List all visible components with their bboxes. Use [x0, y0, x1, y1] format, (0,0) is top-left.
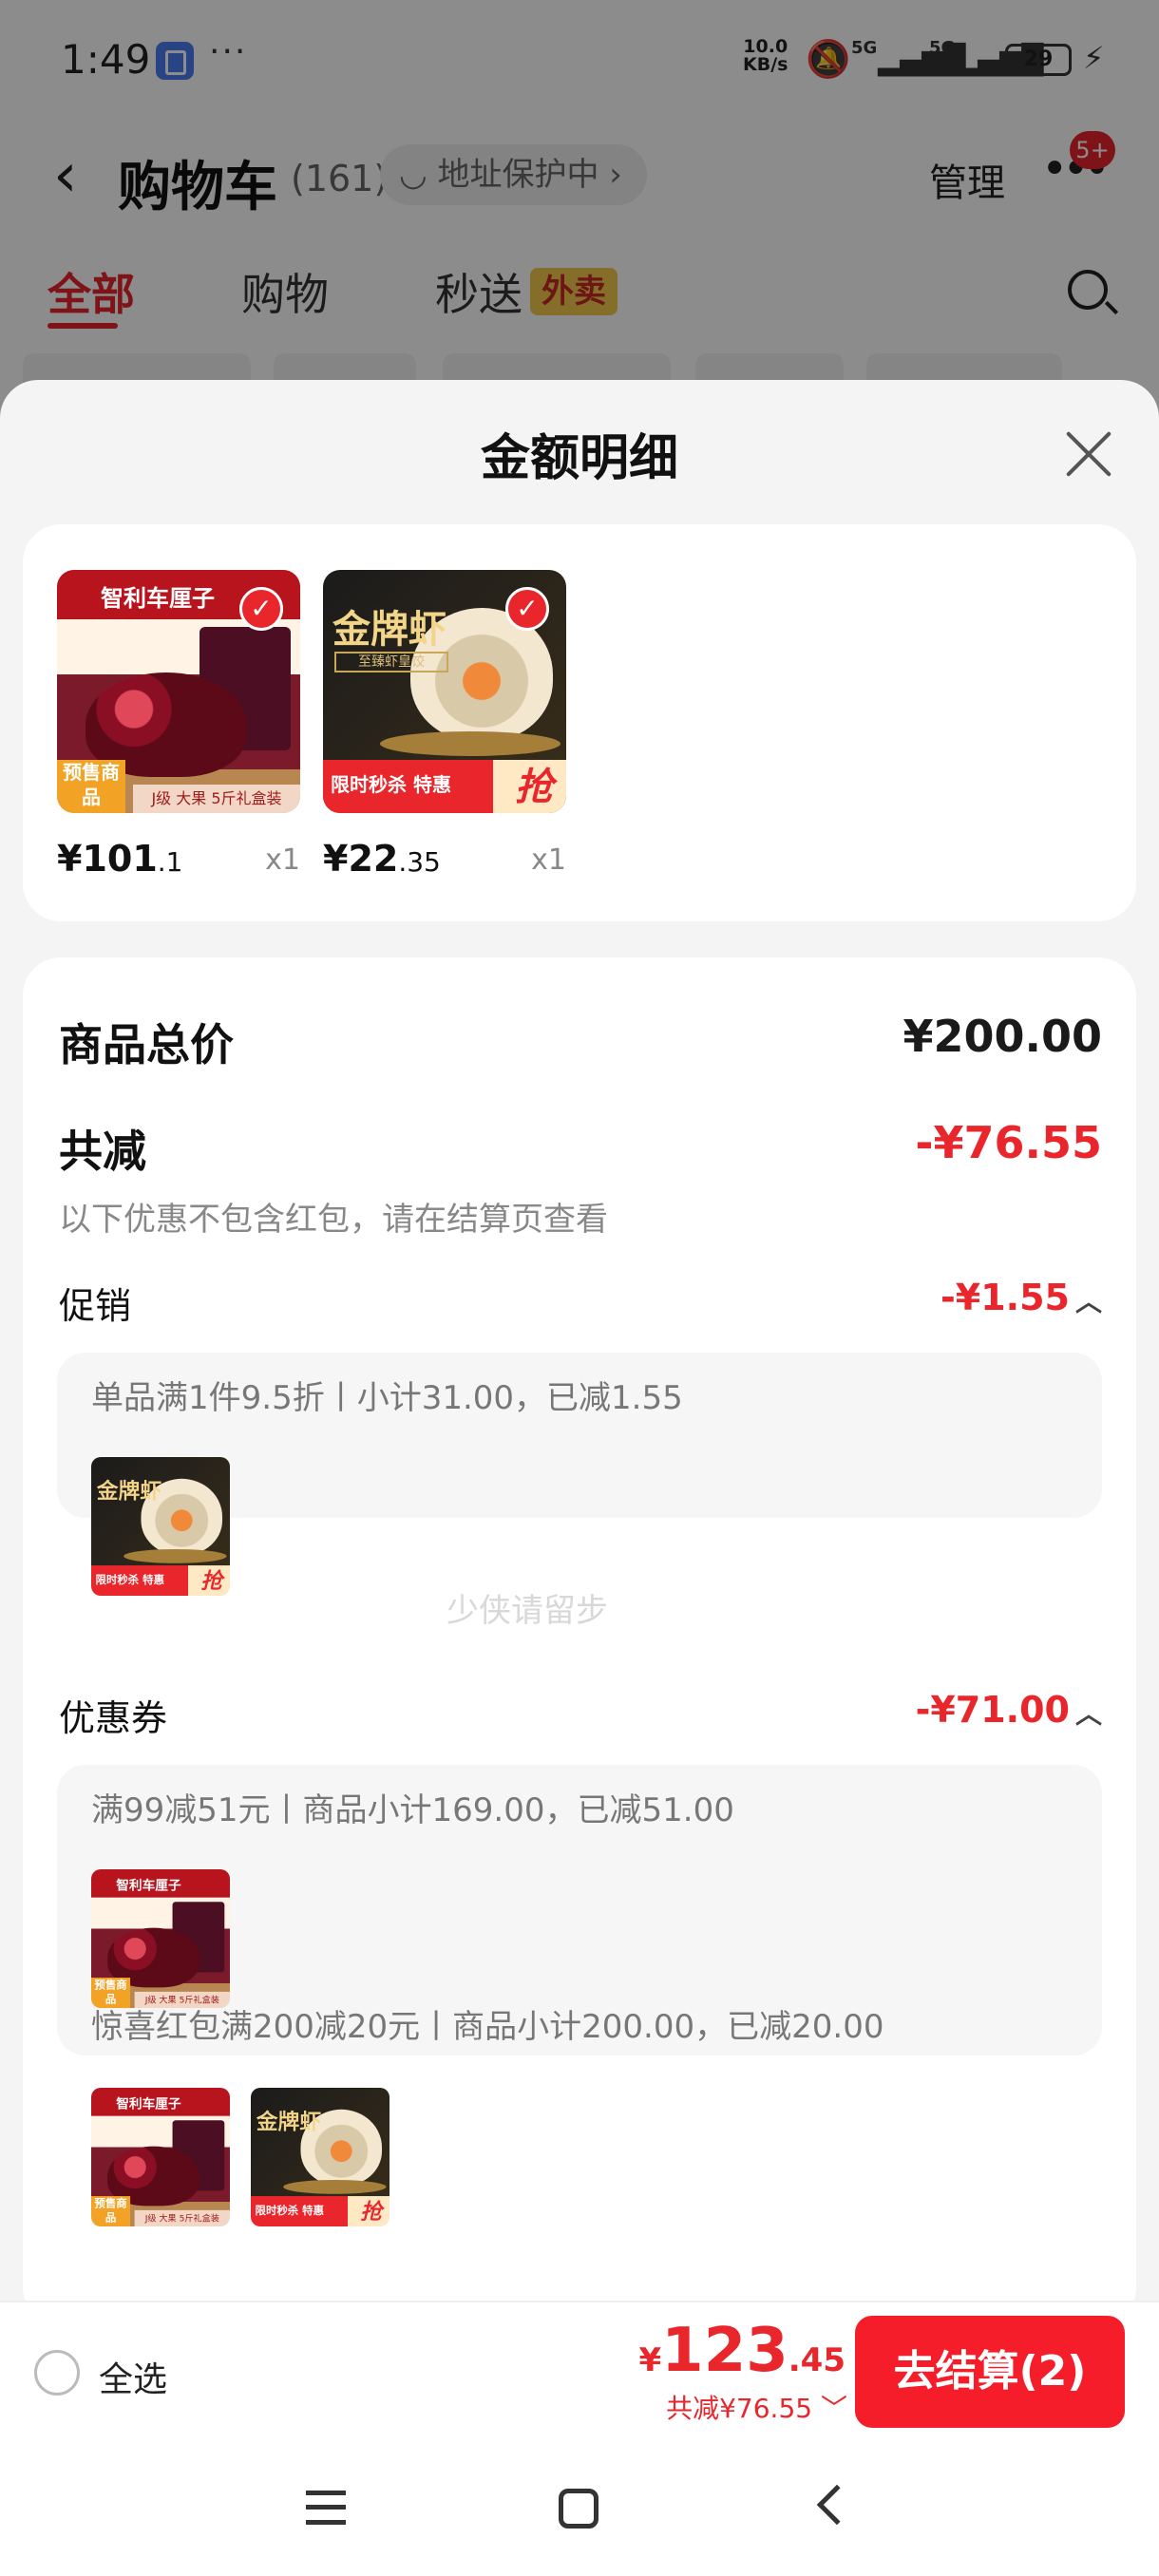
price-decimal: .35 — [398, 846, 441, 878]
product-image-shrimp: 金牌虾 至臻虾皇饺 限时秒杀 特惠 抢 ✓ — [323, 570, 566, 813]
price-integer: ¥101 — [57, 838, 158, 880]
chevron-down-icon: ﹀ — [812, 2393, 847, 2424]
product-banner-text: 智利车厘子 — [101, 585, 215, 612]
product-item[interactable]: 金牌虾 至臻虾皇饺 限时秒杀 特惠 抢 ✓ ¥22.35 x1 — [323, 570, 566, 880]
total-price-label: 商品总价 — [59, 1019, 234, 1070]
flash-sale-text: 限时秒杀 特惠 — [331, 773, 451, 796]
system-nav-bar — [0, 2441, 1159, 2576]
thumb-grab-badge: 抢 — [360, 2199, 383, 2225]
product-spec-strip: J级 大果 5斤礼盒装 — [133, 785, 300, 813]
thumb-banner-text: 智利车厘子 — [116, 2096, 181, 2112]
coupon-thumb-cherry-2: 智利车厘子 预售商品 J级 大果 5斤礼盒装 — [91, 2088, 230, 2226]
thumb-brand-text: 金牌虾 — [96, 1478, 162, 1505]
product-quantity: x1 — [531, 843, 566, 877]
coupon-value: -¥71.00 — [915, 1689, 1070, 1731]
product-price: ¥101.1 — [57, 838, 182, 880]
checkout-button[interactable]: 去结算(2) — [855, 2316, 1125, 2428]
check-icon[interactable]: ✓ — [505, 587, 549, 631]
coupon-detail-line: 满99减51元丨商品小计169.00，已减51.00 — [91, 1791, 734, 1829]
coupon-toggle[interactable]: -¥71.00 ︿ — [916, 1689, 1102, 1732]
checkout-bar: 全选 ¥123.45 共减¥76.55 ﹀ 去结算(2) — [0, 2301, 1159, 2441]
promo-label: 促销 — [59, 1285, 132, 1327]
checkout-total: ¥123.45 — [639, 2316, 846, 2386]
grab-badge: 抢 — [515, 766, 553, 809]
product-brand-text: 金牌虾 — [332, 608, 446, 652]
saved-amount: 共减¥76.55 — [666, 2393, 813, 2424]
presale-tag: 预售商品 — [57, 760, 125, 813]
product-card: 智利车厘子 预售商品 J级 大果 5斤礼盒装 ✓ ¥101.1 x1 金牌虾 至… — [23, 524, 1136, 921]
promo-toggle[interactable]: -¥1.55 ︿ — [940, 1277, 1102, 1319]
plate-graphic — [380, 731, 560, 756]
thumb-banner-text: 智利车厘子 — [116, 1878, 181, 1894]
price-decimal: .1 — [157, 846, 183, 878]
thumb-spec-strip: J级 大果 5斤礼盒装 — [134, 2209, 230, 2226]
total-discount-value: -¥76.55 — [915, 1117, 1102, 1168]
sheet-title: 金额明细 — [480, 430, 678, 487]
home-icon[interactable] — [559, 2489, 598, 2529]
total-decimal: .45 — [788, 2341, 846, 2379]
product-quantity: x1 — [265, 843, 300, 877]
price-integer: ¥22 — [323, 838, 399, 880]
total-price-value: ¥200.00 — [902, 1011, 1102, 1062]
thumb-presale-tag: 预售商品 — [91, 2196, 131, 2226]
thumb-brand-text: 金牌虾 — [256, 2109, 322, 2135]
chevron-up-icon: ︿ — [1074, 1285, 1102, 1317]
product-image-cherry: 智利车厘子 预售商品 J级 大果 5斤礼盒装 ✓ — [57, 570, 300, 813]
recent-apps-icon[interactable] — [306, 2491, 346, 2525]
coupon-thumb-cherry: 智利车厘子 预售商品 J级 大果 5斤礼盒装 — [91, 1869, 230, 2008]
coupon-label: 优惠券 — [59, 1697, 168, 1739]
thumb-strip-text: 限时秒杀 特惠 — [95, 1573, 164, 1586]
select-all-label[interactable]: 全选 — [99, 2352, 167, 2401]
total-integer: 123 — [661, 2316, 788, 2386]
close-icon[interactable] — [1062, 427, 1115, 481]
saved-toggle[interactable]: 共减¥76.55 ﹀ — [666, 2388, 847, 2426]
promo-detail-line: 单品满1件9.5折丨小计31.00，已减1.55 — [91, 1379, 683, 1417]
check-icon[interactable]: ✓ — [239, 587, 283, 631]
product-sub-text: 至臻虾皇饺 — [334, 652, 448, 672]
thumb-presale-tag: 预售商品 — [91, 1978, 131, 2008]
thumb-strip-text: 限时秒杀 特惠 — [255, 2204, 324, 2217]
amount-detail-sheet: 金额明细 智利车厘子 预售商品 J级 大果 5斤礼盒装 ✓ ¥101.1 x1 … — [0, 380, 1159, 2308]
discount-note: 以下优惠不包含红包，请在结算页查看 — [59, 1201, 608, 1239]
promo-value: -¥1.55 — [940, 1277, 1070, 1318]
currency-symbol: ¥ — [638, 2341, 662, 2379]
product-price: ¥22.35 — [323, 838, 441, 880]
chevron-up-icon: ︿ — [1074, 1697, 1102, 1730]
coupon-thumb-shrimp: 金牌虾 限时秒杀 特惠 抢 — [251, 2088, 390, 2226]
promo-thumb-shrimp: 金牌虾 限时秒杀 特惠 抢 — [91, 1457, 230, 1596]
total-discount-label: 共减 — [59, 1126, 146, 1177]
thumb-spec-strip: J级 大果 5斤礼盒装 — [134, 1991, 230, 2008]
watermark: 少侠请留步 — [446, 1592, 608, 1630]
select-all-radio[interactable] — [34, 2350, 80, 2396]
thumb-grab-badge: 抢 — [200, 1568, 223, 1594]
back-icon[interactable] — [816, 2484, 858, 2526]
product-item[interactable]: 智利车厘子 预售商品 J级 大果 5斤礼盒装 ✓ ¥101.1 x1 — [57, 570, 300, 880]
